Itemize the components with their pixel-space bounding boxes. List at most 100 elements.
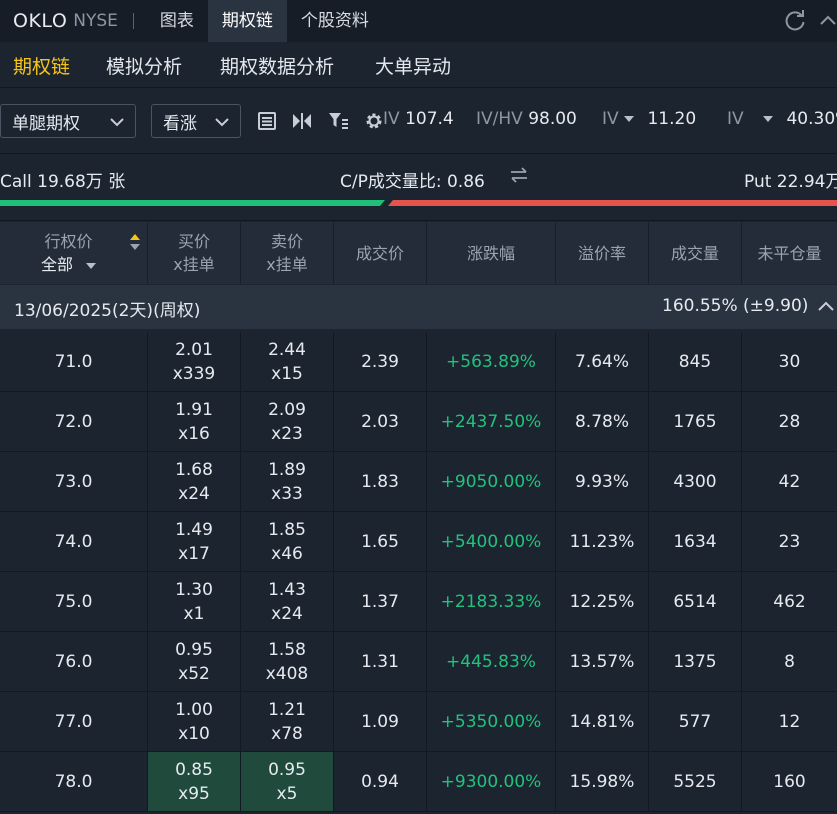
table-row[interactable]: 77.0 1.00 x10 1.21 x78 1.09 +5350.00% 14.8… [0, 692, 837, 752]
bid-cell[interactable]: 0.95 x52 [148, 632, 241, 691]
premium-cell: 7.64% [556, 332, 649, 391]
strategy-dropdown[interactable]: 单腿期权 [0, 104, 136, 138]
ask-cell[interactable]: 2.44 x15 [241, 332, 334, 391]
oi-cell: 8 [784, 651, 795, 672]
filter-icon[interactable] [327, 110, 349, 132]
bid-size: x24 [178, 483, 210, 504]
col-volume[interactable]: 成交量 [649, 222, 742, 284]
col-strike[interactable]: 行权价 全部 [0, 222, 148, 284]
last-cell: 1.31 [334, 632, 427, 691]
change-cell: +5350.00% [427, 692, 556, 751]
subtab-option-analytics[interactable]: 期权数据分析 [220, 52, 334, 79]
col-change-label: 涨跌幅 [466, 243, 515, 263]
bid-cell[interactable]: 1.49 x17 [148, 512, 241, 571]
strike-cell: 78.0 [0, 752, 148, 811]
bid-cell[interactable]: 1.91 x16 [148, 392, 241, 451]
put-volume-bar [388, 200, 837, 206]
bid-cell[interactable]: 1.68 x24 [148, 452, 241, 511]
col-premium[interactable]: 溢价率 [556, 222, 649, 284]
iv-rank-value: 11.20 [647, 109, 697, 129]
ask-cell[interactable]: 1.43 x24 [241, 572, 334, 631]
ask-size: x23 [271, 423, 303, 444]
subtab-option-chain[interactable]: 期权链 [13, 52, 70, 79]
call-volume: Call 19.68万 张 [0, 172, 126, 192]
strategy-value: 单腿期权 [12, 113, 80, 134]
change-cell: +2437.50% [427, 392, 556, 451]
bid-price: 0.85 [175, 759, 213, 780]
bid-cell[interactable]: 1.00 x10 [148, 692, 241, 751]
ask-price: 1.58 [268, 639, 306, 660]
ask-cell[interactable]: 1.21 x78 [241, 692, 334, 751]
premium-cell: 13.57% [556, 632, 649, 691]
strike-filter[interactable]: 全部 [40, 253, 97, 276]
table-row[interactable]: 75.0 1.30 x1 1.43 x24 1.37 +2183.33% 12.25… [0, 572, 837, 632]
oi-cell: 160 [773, 771, 806, 792]
expiry-iv: 160.55% (±9.90) [662, 296, 809, 316]
subtab-simulation[interactable]: 模拟分析 [106, 52, 182, 79]
iv-rank-label: IV [602, 109, 619, 129]
bid-size: x339 [172, 363, 216, 384]
ask-size: x24 [271, 603, 303, 624]
change-cell: +445.83% [427, 632, 556, 691]
list-view-icon[interactable] [256, 110, 278, 132]
iv-percentile-label: IV [727, 109, 744, 129]
bid-size: x10 [178, 723, 210, 744]
ask-cell[interactable]: 0.95 x5 [241, 752, 334, 811]
ask-cell[interactable]: 2.09 x23 [241, 392, 334, 451]
gear-icon[interactable] [363, 110, 385, 132]
ask-size: x15 [271, 363, 303, 384]
volume-cell: 845 [649, 332, 742, 391]
col-bid[interactable]: 买价 x挂单 [148, 222, 241, 284]
iv-value: 107.4 [405, 109, 454, 129]
iv-percentile-stat[interactable]: IV 40.30% [727, 109, 837, 129]
expiry-group-header[interactable]: 13/06/2025(2天)(周权) 160.55% (±9.90) [0, 285, 837, 329]
volume-cell: 1765 [649, 392, 742, 451]
table-header: 行权价 全部 买价 x挂单 卖价 x挂单 成交价 涨跌幅 溢价率 成交量 未平仓… [0, 222, 837, 284]
bid-cell[interactable]: 2.01 x339 [148, 332, 241, 391]
iv-rank-stat[interactable]: IV 11.20 [602, 109, 712, 129]
tab-stock-profile[interactable]: 个股资料 [287, 0, 383, 42]
table-row[interactable]: 74.0 1.49 x17 1.85 x46 1.65 +5400.00% 11.2… [0, 512, 837, 572]
ask-price: 1.43 [268, 579, 306, 600]
col-open-interest[interactable]: 未平仓量 [742, 222, 837, 284]
split-view-icon[interactable] [291, 110, 313, 132]
tab-chart[interactable]: 图表 [146, 0, 208, 42]
sub-nav: 期权链 模拟分析 期权数据分析 大单异动 [0, 42, 837, 88]
table-row[interactable]: 76.0 0.95 x52 1.58 x408 1.31 +445.83% 13.5… [0, 632, 837, 692]
tab-option-chain[interactable]: 期权链 [207, 0, 287, 42]
ticker-symbol: OKLO [13, 10, 68, 32]
strike-cell: 75.0 [0, 572, 148, 631]
ask-cell[interactable]: 1.85 x46 [241, 512, 334, 571]
refresh-icon[interactable] [782, 8, 808, 34]
chevron-down-icon [110, 118, 124, 127]
bid-cell[interactable]: 0.85 x95 [148, 752, 241, 811]
bid-cell[interactable]: 1.30 x1 [148, 572, 241, 631]
direction-dropdown[interactable]: 看涨 [151, 104, 241, 138]
table-row[interactable]: 71.0 2.01 x339 2.44 x15 2.39 +563.89% 7.64… [0, 332, 837, 392]
volume-cell: 577 [649, 692, 742, 751]
col-strike-label: 行权价 [44, 232, 93, 251]
col-ask[interactable]: 卖价 x挂单 [241, 222, 334, 284]
cp-ratio: C/P成交量比: 0.86 [340, 172, 485, 192]
sort-icon[interactable] [129, 232, 141, 252]
ask-cell[interactable]: 1.89 x33 [241, 452, 334, 511]
chevron-up-icon[interactable] [818, 10, 837, 32]
ask-cell[interactable]: 1.58 x408 [241, 632, 334, 691]
ask-size: x78 [271, 723, 303, 744]
col-last[interactable]: 成交价 [334, 222, 427, 284]
swap-icon[interactable] [509, 165, 529, 190]
table-row[interactable]: 78.0 0.85 x95 0.95 x5 0.94 +9300.00% 15.98… [0, 752, 837, 812]
put-volume: Put 22.94万 [744, 172, 837, 192]
chevron-up-icon[interactable] [817, 298, 835, 316]
table-row[interactable]: 72.0 1.91 x16 2.09 x23 2.03 +2437.50% 8.78… [0, 392, 837, 452]
table-row[interactable]: 73.0 1.68 x24 1.89 x33 1.83 +9050.00% 9.93… [0, 452, 837, 512]
strike-filter-label: 全部 [40, 255, 73, 274]
subtab-block-trades[interactable]: 大单异动 [375, 52, 451, 79]
oi-cell: 12 [778, 711, 801, 732]
col-change[interactable]: 涨跌幅 [427, 222, 556, 284]
strike-cell: 71.0 [0, 332, 148, 391]
volume-ratio-panel: Call 19.68万 张 C/P成交量比: 0.86 Put 22.94万 [0, 155, 837, 221]
bid-price: 1.30 [175, 579, 213, 600]
oi-cell: 30 [778, 351, 801, 372]
col-ask-label: 卖价 [270, 232, 303, 251]
